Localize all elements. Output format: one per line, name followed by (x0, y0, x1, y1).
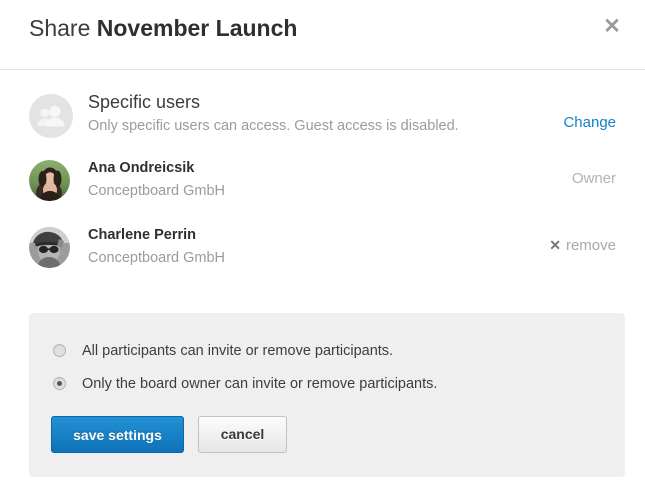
page-title: Share November Launch (29, 12, 297, 44)
member-organization: Conceptboard GmbH (88, 250, 226, 266)
avatar (29, 160, 70, 201)
dialog-title-prefix: Share (29, 15, 97, 41)
permission-option-label[interactable]: All participants can invite or remove pa… (82, 341, 393, 361)
close-icon: ✕ (549, 237, 561, 253)
dialog-title-board-name: November Launch (96, 15, 298, 41)
access-summary-texts: Specific users Only specific users can a… (88, 90, 459, 137)
permission-option-label[interactable]: Only the board owner can invite or remov… (82, 374, 437, 394)
member-row: Ana Ondreicsik Conceptboard GmbH Owner (0, 156, 645, 223)
access-summary-row: Specific users Only specific users can a… (0, 90, 645, 156)
member-role-owner: Owner (571, 170, 616, 187)
remove-member-label: remove (565, 237, 616, 254)
radio-button-selected[interactable] (53, 377, 66, 390)
permissions-panel: All participants can invite or remove pa… (29, 313, 625, 477)
change-access-link[interactable]: Change (563, 114, 616, 131)
remove-member-button[interactable]: ✕ remove (549, 237, 616, 254)
member-info: Charlene Perrin Conceptboard GmbH (88, 225, 225, 269)
close-icon[interactable]: ✕ (597, 12, 627, 42)
avatar (29, 227, 70, 268)
member-row: Charlene Perrin Conceptboard GmbH ✕ remov… (0, 223, 645, 290)
member-name: Charlene Perrin (88, 227, 196, 243)
radio-button[interactable] (53, 344, 66, 357)
group-users-icon (29, 94, 73, 138)
access-level-title: Specific users (88, 92, 201, 112)
access-level-description: Only specific users can access. Guest ac… (88, 118, 459, 134)
member-info: Ana Ondreicsik Conceptboard GmbH (88, 158, 225, 202)
member-name: Ana Ondreicsik (88, 160, 195, 176)
cancel-button[interactable]: cancel (198, 416, 287, 453)
member-organization: Conceptboard GmbH (88, 183, 226, 199)
dialog-header: Share November Launch ✕ (0, 0, 645, 70)
save-settings-button[interactable]: save settings (51, 416, 184, 453)
